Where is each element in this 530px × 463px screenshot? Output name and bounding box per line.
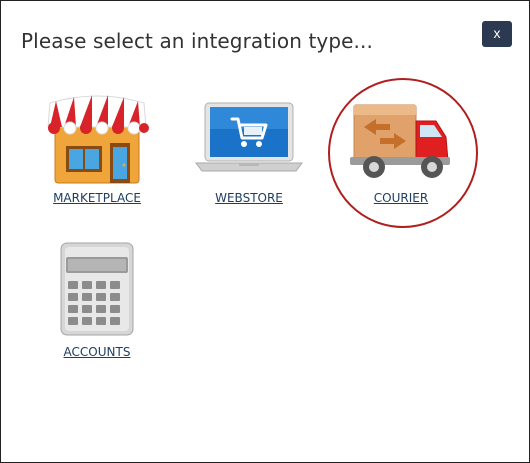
close-button[interactable]: x [482,21,512,47]
tile-marketplace[interactable]: MARKETPLACE [32,91,162,211]
dialog-title: Please select an integration type... [21,29,373,53]
tile-webstore[interactable]: WEBSTORE [184,91,314,211]
laptop-cart-icon [195,102,303,172]
tile-accounts[interactable]: ACCOUNTS [32,241,162,361]
tile-label-courier[interactable]: COURIER [336,191,466,205]
tile-courier[interactable]: COURIER [336,91,466,211]
delivery-truck-icon [350,104,450,178]
tile-label-webstore[interactable]: WEBSTORE [184,191,314,205]
tile-label-marketplace[interactable]: MARKETPLACE [32,191,162,205]
storefront-icon [47,95,149,184]
integration-type-dialog: Please select an integration type... x M… [0,0,530,463]
calculator-icon [60,242,134,336]
tile-label-accounts[interactable]: ACCOUNTS [32,345,162,359]
